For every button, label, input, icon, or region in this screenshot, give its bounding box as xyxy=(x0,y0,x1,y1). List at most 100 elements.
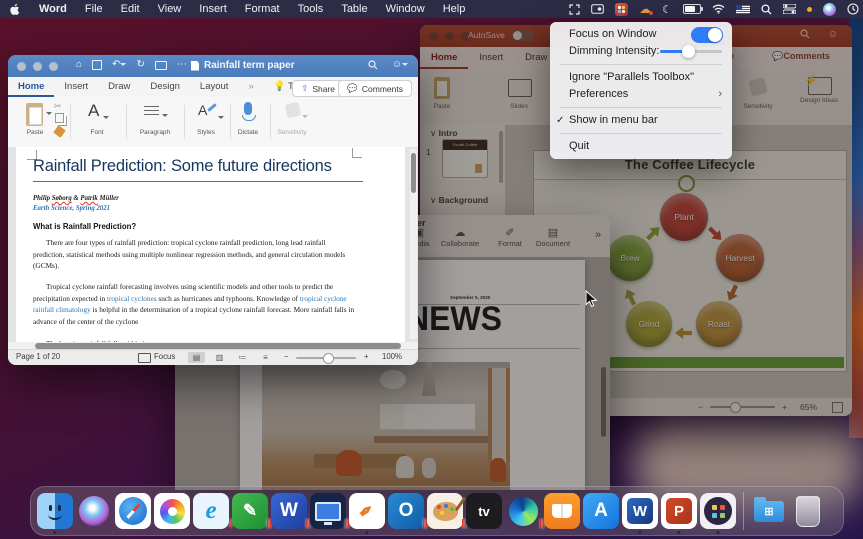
battery-icon[interactable] xyxy=(683,4,701,14)
share-button[interactable]: ⇧Share xyxy=(292,80,344,97)
dock-safari[interactable] xyxy=(115,493,151,529)
dock-photos[interactable] xyxy=(154,493,190,529)
styles-label[interactable]: Styles xyxy=(188,129,224,136)
dock-trash[interactable] xyxy=(790,493,826,529)
menu-item-dimming-intensity[interactable]: Dimming Intensity: xyxy=(550,43,732,60)
tab-insert[interactable]: Insert xyxy=(54,77,98,97)
page-count[interactable]: Page 1 of 20 xyxy=(16,352,60,361)
document-button[interactable]: ▤Document xyxy=(531,227,575,248)
menu-item-preferences[interactable]: Preferences › xyxy=(550,86,732,103)
vertical-scrollbar[interactable] xyxy=(410,149,417,339)
print-layout-view-button[interactable]: ▤ xyxy=(188,352,205,363)
menu-edit[interactable]: Edit xyxy=(112,0,149,18)
control-center-icon[interactable] xyxy=(783,2,796,16)
tab-design[interactable]: Design xyxy=(140,77,190,97)
node-grind[interactable]: Grind xyxy=(626,301,672,347)
word-titlebar[interactable]: ⌂ ↶ ↻ ⋯ Rainfall term paper ☺ xyxy=(8,55,418,77)
slide-thumbnail[interactable]: Fourth Coffee xyxy=(442,139,488,178)
tab-home[interactable]: Home xyxy=(420,47,468,69)
dock-pages[interactable]: ✒ xyxy=(349,493,385,529)
dock-app-store[interactable]: A xyxy=(583,493,619,529)
pages-scrollbar[interactable] xyxy=(601,367,606,437)
paragraph-label[interactable]: Paragraph xyxy=(132,129,178,136)
cycle-ring-node[interactable] xyxy=(678,175,695,192)
spotlight-search-icon[interactable] xyxy=(761,2,772,16)
search-icon[interactable] xyxy=(368,60,378,70)
dock-parallels-desktop[interactable]: ‖ xyxy=(310,493,346,529)
close-button[interactable] xyxy=(429,32,438,41)
parallels-toolbox-icon[interactable] xyxy=(615,3,628,16)
zoom-slider[interactable] xyxy=(710,406,775,408)
menu-format[interactable]: Format xyxy=(236,0,289,18)
feedback-smiley-icon[interactable]: ☺ xyxy=(392,59,408,70)
zoom-button[interactable] xyxy=(49,62,58,71)
comments-button[interactable]: 💬Comments xyxy=(338,80,412,97)
window-expand-icon[interactable] xyxy=(569,2,580,16)
word-document-area[interactable]: Rainfall Prediction: Some future directi… xyxy=(8,147,418,342)
tab-draw[interactable]: Draw xyxy=(98,77,140,97)
panel-scrollbar[interactable] xyxy=(499,131,503,183)
tab-home[interactable]: Home xyxy=(8,77,54,97)
tab-overflow-chevron[interactable]: » xyxy=(238,77,263,97)
web-layout-view-button[interactable]: ▥ xyxy=(211,352,228,363)
cut-icon[interactable]: ✂ xyxy=(54,101,62,112)
toolbar-overflow-chevron[interactable]: » xyxy=(595,229,601,241)
screen-record-icon[interactable] xyxy=(591,2,604,16)
draft-view-button[interactable]: ≡ xyxy=(257,352,274,363)
menu-tools[interactable]: Tools xyxy=(289,0,333,18)
menu-view[interactable]: View xyxy=(149,0,191,18)
styles-icon[interactable]: A xyxy=(198,102,207,118)
dock-books[interactable] xyxy=(544,493,580,529)
dock-word-mac[interactable]: W xyxy=(622,493,658,529)
format-button[interactable]: ✐Format xyxy=(488,227,532,248)
dock-edge[interactable]: ‖ xyxy=(505,493,541,529)
focus-toggle[interactable] xyxy=(691,27,723,43)
dimming-slider[interactable] xyxy=(660,50,722,53)
sensitivity-label[interactable]: Sensitivity xyxy=(728,103,788,110)
zoom-in-button[interactable]: + xyxy=(364,352,369,361)
window-controls[interactable] xyxy=(429,32,470,41)
comments-button[interactable]: 💬Comments xyxy=(772,51,830,62)
zoom-percent[interactable]: 100% xyxy=(382,352,402,361)
tab-layout[interactable]: Layout xyxy=(190,77,239,97)
dock-windows-folder[interactable]: ⊞ xyxy=(751,493,787,529)
fit-slide-icon[interactable] xyxy=(832,402,843,413)
minimize-button[interactable] xyxy=(33,62,42,71)
apple-menu[interactable] xyxy=(0,3,30,16)
outline-view-button[interactable]: ≔ xyxy=(234,352,251,363)
zoom-in-button[interactable]: + xyxy=(782,402,787,412)
tab-insert[interactable]: Insert xyxy=(468,47,514,69)
menu-item-quit[interactable]: Quit xyxy=(550,138,732,155)
zoom-out-button[interactable]: − xyxy=(284,352,289,361)
menu-insert[interactable]: Insert xyxy=(190,0,236,18)
autosave-toggle[interactable] xyxy=(512,30,534,41)
menu-help[interactable]: Help xyxy=(434,0,475,18)
copy-icon[interactable] xyxy=(55,113,64,123)
font-icon[interactable]: A xyxy=(88,101,99,121)
search-icon[interactable] xyxy=(800,29,810,39)
word-window[interactable]: ⌂ ↶ ↻ ⋯ Rainfall term paper ☺ Home Inser… xyxy=(8,55,418,365)
focus-mode-label[interactable]: Focus xyxy=(154,352,175,361)
more-commands-icon[interactable]: ⋯ xyxy=(177,59,187,70)
minimize-button[interactable] xyxy=(445,32,454,41)
document-page[interactable]: Rainfall Prediction: Some future directi… xyxy=(16,147,405,342)
clock-icon[interactable] xyxy=(847,2,859,16)
feedback-smiley-icon[interactable]: ☺ xyxy=(828,29,838,40)
menu-item-ignore-toolbox[interactable]: Ignore "Parallels Toolbox" xyxy=(550,69,732,86)
window-controls[interactable] xyxy=(17,62,58,71)
save-icon[interactable] xyxy=(92,60,102,70)
doc-link-tropical-cyclones[interactable]: tropical cyclones xyxy=(107,294,157,303)
sensitivity-icon[interactable] xyxy=(748,77,768,97)
siri-icon[interactable] xyxy=(823,3,836,16)
dock-powerpoint[interactable]: P xyxy=(661,493,697,529)
section-background[interactable]: ∨ Background xyxy=(430,195,488,206)
paragraph-icon[interactable] xyxy=(144,106,159,116)
dock-apple-tv[interactable]: tv xyxy=(466,493,502,529)
input-flag-icon[interactable] xyxy=(736,5,750,14)
cloud-headset-icon[interactable]: ☁ xyxy=(639,2,651,16)
dock-finder[interactable] xyxy=(37,493,73,529)
section-intro[interactable]: ∨ Intro xyxy=(430,128,457,139)
collaborate-button[interactable]: ☁Collaborate xyxy=(438,227,482,248)
menu-word[interactable]: Word xyxy=(30,0,76,18)
menu-window[interactable]: Window xyxy=(377,0,434,18)
